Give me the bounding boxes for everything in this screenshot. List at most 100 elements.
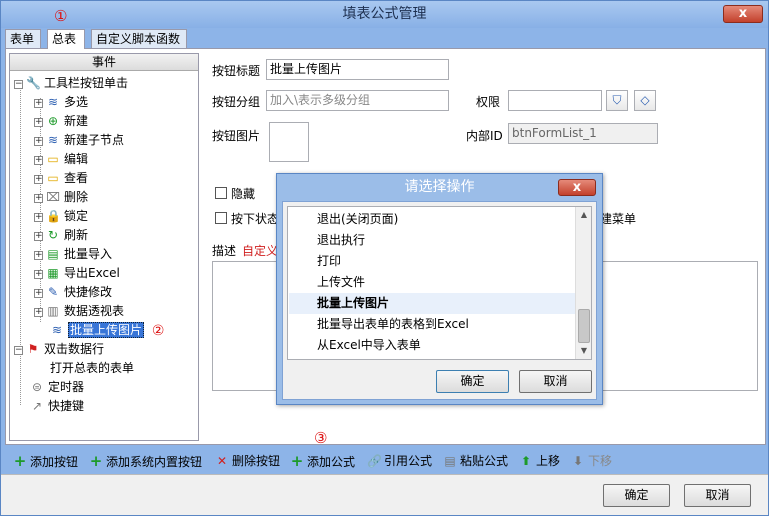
tree-node-new-child[interactable]: + ≋ 新建子节点 — [34, 131, 124, 150]
reference-formula-button[interactable]: 🔗 引用公式 — [367, 452, 432, 470]
list-item[interactable]: 从Excel中导入表单 — [289, 335, 576, 356]
operation-listbox[interactable]: 退出(关闭页面) 退出执行 打印 上传文件 批量上传图片 批量导出表单的表格到E… — [287, 206, 592, 360]
button-title-label: 按钮标题 — [212, 64, 261, 78]
tree-node-delete[interactable]: + ⌧ 删除 — [34, 188, 88, 207]
plus-icon: + — [89, 452, 103, 470]
clipboard-icon: ▤ — [444, 454, 456, 468]
link-icon: 🔗 — [367, 454, 382, 468]
folder-icon: ▭ — [47, 152, 59, 166]
list-item[interactable]: 退出执行 — [289, 230, 576, 251]
tree-node-toolbar-click[interactable]: − 🔧 工具栏按钮单击 — [14, 74, 128, 93]
menu-label: 建菜单 — [600, 212, 637, 226]
listbox-scrollbar[interactable]: ▲ ▼ — [575, 207, 591, 359]
layers-icon: ≋ — [47, 133, 59, 147]
list-item[interactable]: 上传文件 — [289, 272, 576, 293]
delete-button-button[interactable]: ✕ 删除按钮 — [215, 452, 280, 470]
event-tree-header: 事件 — [10, 54, 198, 71]
description-label: 描述 — [212, 244, 237, 258]
hidden-checkbox[interactable] — [215, 187, 227, 199]
collapse-icon[interactable]: − — [14, 346, 23, 355]
plus-circle-icon: ⊕ — [47, 114, 59, 128]
dialog-cancel-button[interactable]: 取消 — [519, 370, 592, 393]
button-title-input[interactable]: 批量上传图片 — [266, 59, 449, 80]
expand-icon[interactable]: + — [34, 213, 43, 222]
scroll-down-icon[interactable]: ▼ — [576, 343, 592, 359]
move-up-button[interactable]: ⬆ 上移 — [519, 452, 560, 470]
shield-icon[interactable]: ⛉ — [606, 90, 628, 111]
tree-node-lock[interactable]: + 🔒 锁定 — [34, 207, 88, 226]
list-item-selected[interactable]: 批量上传图片 — [289, 293, 576, 314]
tree-node-open-summary-form[interactable]: 打开总表的表单 — [50, 359, 134, 378]
tree-node-multiselect[interactable]: + ≋ 多选 — [34, 93, 88, 112]
add-button-button[interactable]: + 添加按钮 — [13, 452, 78, 470]
cancel-button[interactable]: 取消 — [684, 484, 751, 507]
tab-custom-script[interactable]: 自定义脚本函数 — [91, 29, 187, 48]
expand-icon[interactable]: + — [34, 251, 43, 260]
internal-id-input: btnFormList_1 — [508, 123, 658, 144]
scroll-up-icon[interactable]: ▲ — [576, 207, 592, 223]
wrench-icon: 🔧 — [26, 76, 41, 90]
custom-link[interactable]: 自定义 — [242, 242, 278, 259]
button-group-label: 按钮分组 — [212, 95, 261, 109]
eraser-icon[interactable]: ◇ — [634, 90, 656, 111]
expand-icon[interactable]: + — [34, 118, 43, 127]
pressed-state-checkbox[interactable] — [215, 212, 227, 224]
folder-open-icon: ▭ — [47, 171, 59, 185]
expand-icon[interactable]: + — [34, 156, 43, 165]
dialog-ok-button[interactable]: 确定 — [436, 370, 509, 393]
tree-node-shortcut[interactable]: ↗ 快捷键 — [30, 397, 84, 416]
tree-node-pivot[interactable]: + ▥ 数据透视表 — [34, 302, 124, 321]
tree-node-refresh[interactable]: + ↻ 刷新 — [34, 226, 88, 245]
list-item[interactable]: 打印 — [289, 251, 576, 272]
tree-node-view[interactable]: + ▭ 查看 — [34, 169, 88, 188]
delete-icon: ⌧ — [46, 190, 60, 204]
expand-icon[interactable]: + — [34, 194, 43, 203]
add-builtin-button-button[interactable]: + 添加系统内置按钮 — [89, 452, 202, 470]
event-tree-panel: 事件 − 🔧 工具栏按钮单击 + ≋ 多选 + ⊕ 新建 + ≋ 新建子节点 + ▭ 编辑 + ▭ 查看 — [9, 53, 199, 441]
dialog-footer: 确定 取消 — [1, 474, 768, 515]
expand-icon[interactable]: + — [34, 232, 43, 241]
tab-summary[interactable]: 总表 — [47, 29, 85, 49]
tree-node-new[interactable]: + ⊕ 新建 — [34, 112, 88, 131]
expand-icon[interactable]: + — [34, 137, 43, 146]
import-icon: ▤ — [47, 247, 59, 261]
permission-input[interactable] — [508, 90, 602, 111]
tree-node-batch-upload-images[interactable]: ≋ 批量上传图片 ② — [50, 321, 164, 340]
add-formula-button[interactable]: + 添加公式 — [290, 452, 355, 470]
expand-icon[interactable]: + — [34, 270, 43, 279]
tree-node-export-excel[interactable]: + ▦ 导出Excel — [34, 264, 120, 283]
ok-button[interactable]: 确定 — [603, 484, 670, 507]
paste-formula-button[interactable]: ▤ 粘贴公式 — [443, 452, 508, 470]
annotation-marker-3: ③ — [314, 429, 328, 447]
hidden-label: 隐藏 — [231, 187, 256, 201]
list-item[interactable]: 退出(关闭页面) — [289, 209, 576, 230]
button-group-input[interactable]: 加入\表示多级分组 — [266, 90, 449, 111]
formula-toolbar: + 添加按钮 + 添加系统内置按钮 ✕ 删除按钮 + 添加公式 🔗 引用公式 ▤ 粘贴公式 … — [5, 449, 766, 473]
tree-node-quick-edit[interactable]: + ✎ 快捷修改 — [34, 283, 112, 302]
window-title: 填表公式管理 — [342, 6, 427, 22]
refresh-icon: ↻ — [47, 228, 59, 242]
collapse-icon[interactable]: − — [14, 80, 23, 89]
scrollbar-thumb[interactable] — [578, 309, 590, 343]
expand-icon[interactable]: + — [34, 308, 43, 317]
dialog-close-button[interactable]: x — [558, 179, 596, 196]
annotation-marker-2: ② — [151, 323, 165, 339]
tree-node-batch-import[interactable]: + ▤ 批量导入 — [34, 245, 112, 264]
button-image-picker[interactable] — [269, 122, 309, 162]
list-item[interactable]: 批量导出表单的表格到Excel — [289, 314, 576, 335]
window-close-button[interactable]: x — [723, 5, 763, 23]
tree-node-timer[interactable]: ⊜ 定时器 — [30, 378, 84, 397]
expand-icon[interactable]: + — [34, 175, 43, 184]
tree-node-edit[interactable]: + ▭ 编辑 — [34, 150, 88, 169]
timer-icon: ⊜ — [31, 380, 43, 394]
expand-icon[interactable]: + — [34, 99, 43, 108]
layers-icon: ≋ — [51, 323, 63, 337]
move-down-button[interactable]: ⬇ 下移 — [571, 452, 612, 470]
window-titlebar: 填表公式管理 — [1, 1, 768, 28]
tab-form[interactable]: 表单 — [5, 29, 41, 48]
dialog-body: 退出(关闭页面) 退出执行 打印 上传文件 批量上传图片 批量导出表单的表格到E… — [282, 201, 597, 400]
tree-node-double-click-row[interactable]: − ⚑ 双击数据行 — [14, 340, 104, 359]
dialog-title: 请选择操作 — [404, 179, 475, 195]
plus-icon: + — [13, 452, 27, 470]
expand-icon[interactable]: + — [34, 289, 43, 298]
